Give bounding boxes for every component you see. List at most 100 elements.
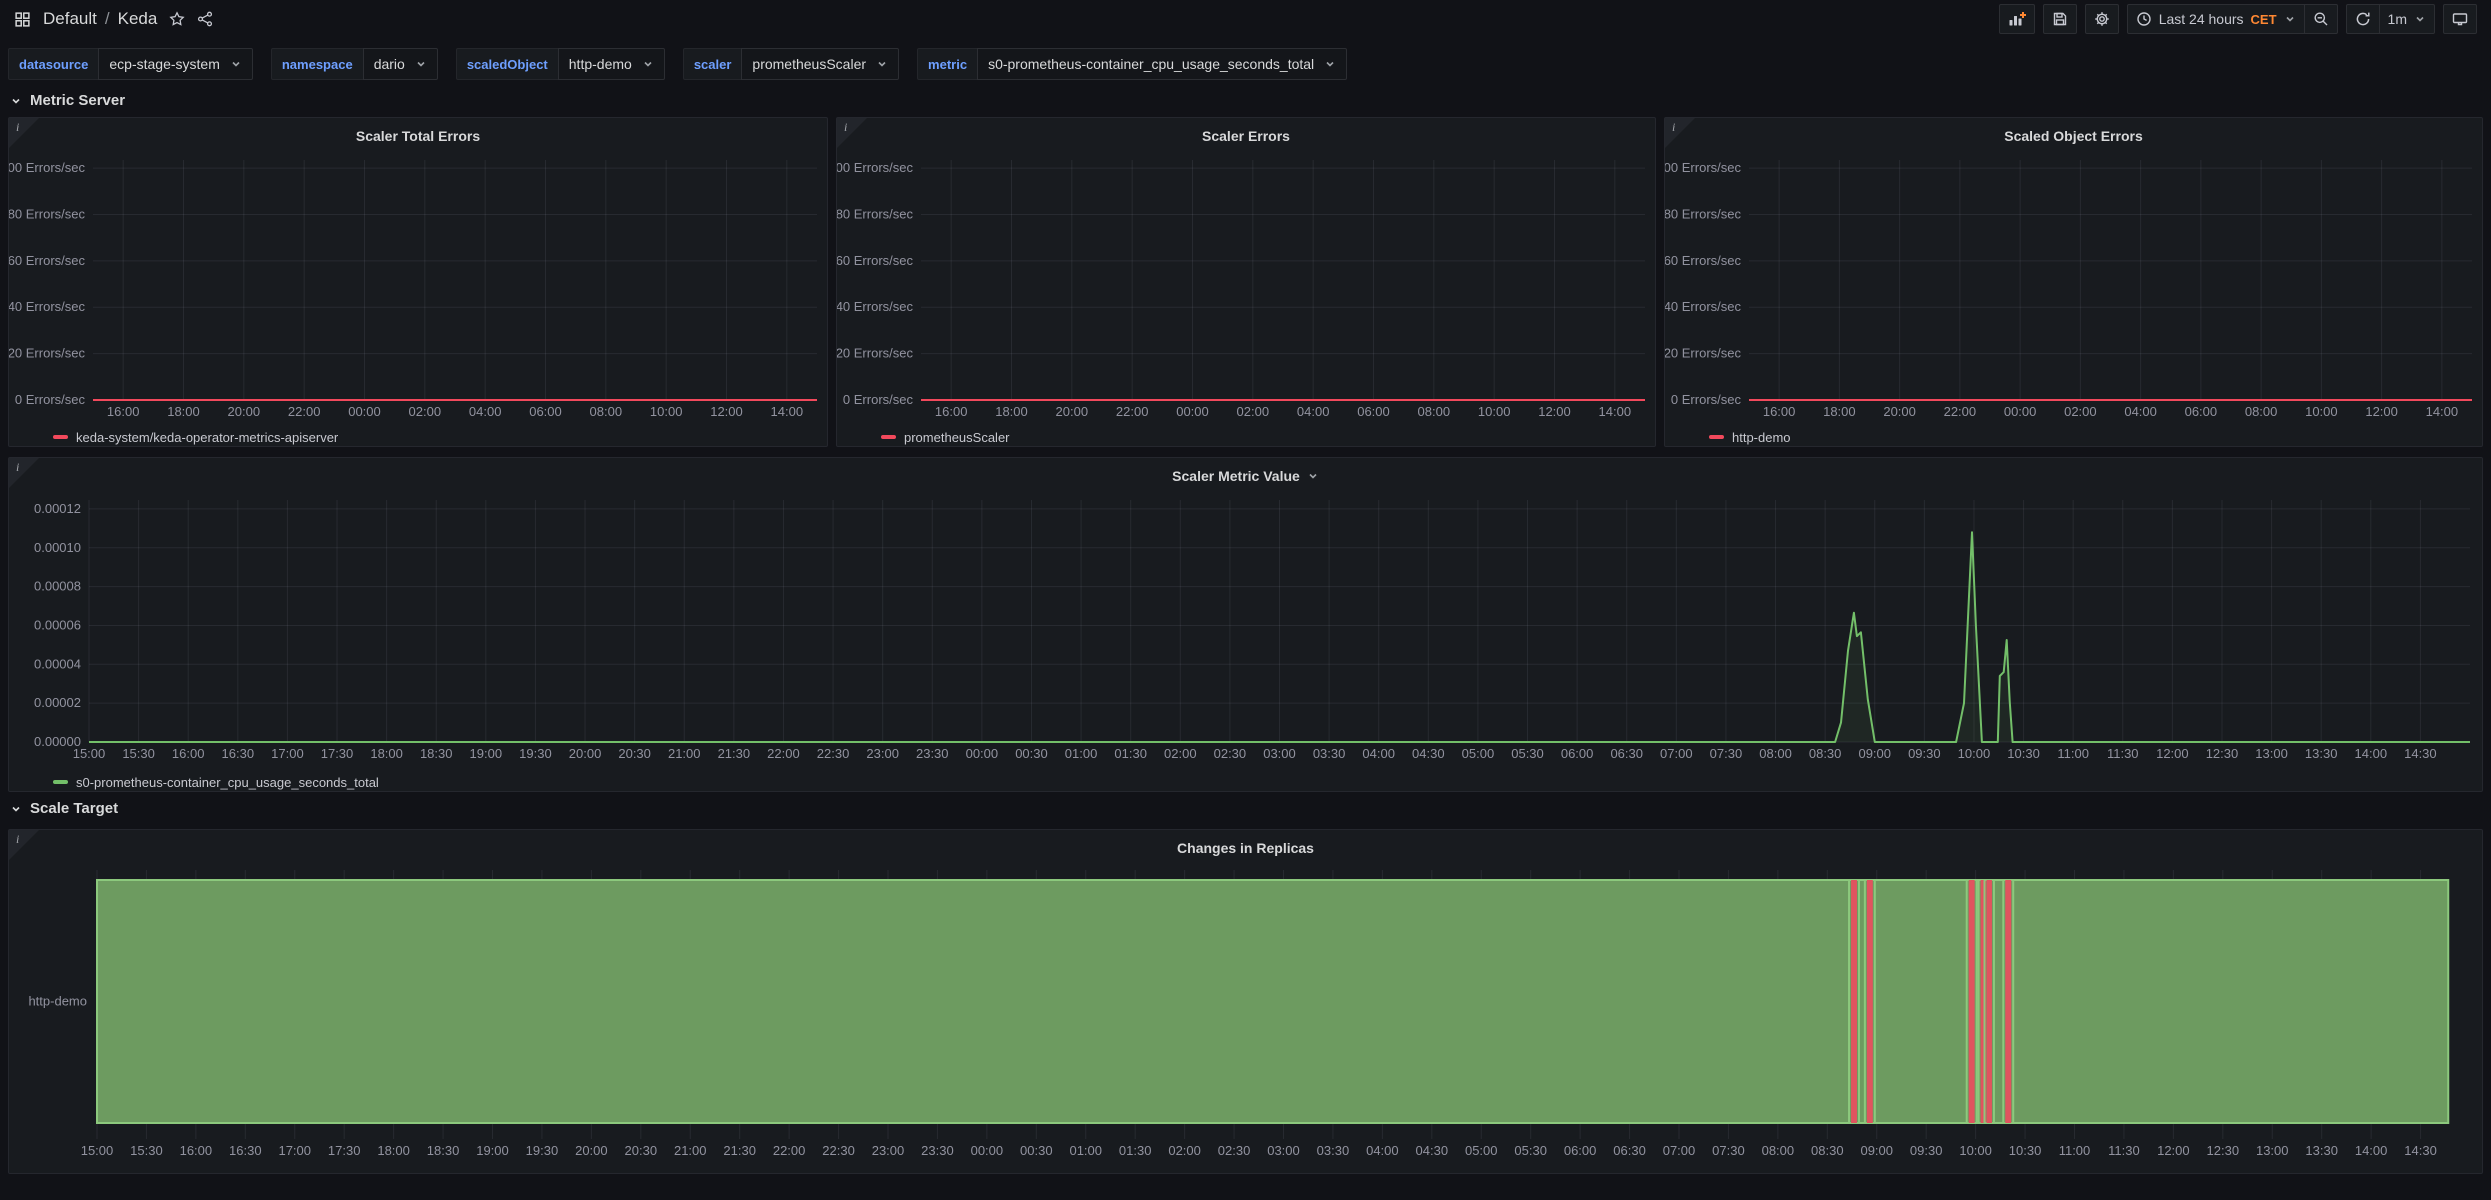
chart-changes-in-replicas[interactable]: 15:0015:3016:0016:3017:0017:3018:0018:30… [9,866,2482,1178]
zoom-out-time-button[interactable] [2304,4,2338,34]
svg-text:40 Errors/sec: 40 Errors/sec [9,299,85,314]
svg-text:0.00004: 0.00004 [34,656,81,671]
svg-text:08:00: 08:00 [2245,404,2278,418]
svg-text:05:30: 05:30 [1511,746,1544,761]
svg-text:18:30: 18:30 [427,1143,460,1158]
legend-item[interactable]: keda-system/keda-operator-metrics-apiser… [9,423,827,451]
time-range-picker[interactable]: Last 24 hours CET [2127,4,2305,34]
svg-text:12:30: 12:30 [2207,1143,2240,1158]
svg-text:01:00: 01:00 [1065,746,1098,761]
breadcrumb-folder[interactable]: Default [43,9,97,29]
save-dashboard-button[interactable] [2043,4,2077,34]
refresh-button[interactable] [2346,4,2380,34]
svg-text:16:30: 16:30 [222,746,255,761]
svg-text:15:30: 15:30 [130,1143,163,1158]
legend-label[interactable]: http-demo [1732,430,1791,445]
svg-text:15:00: 15:00 [81,1143,114,1158]
svg-text:09:30: 09:30 [1910,1143,1943,1158]
variable-value-dropdown[interactable]: s0-prometheus-container_cpu_usage_second… [977,48,1347,80]
panel-title[interactable]: Changes in Replicas [9,830,2482,866]
svg-text:04:00: 04:00 [2124,404,2157,418]
panel-scaler-metric-value: i Scaler Metric Value 15:0015:3016:0016:… [8,457,2483,792]
svg-text:01:30: 01:30 [1119,1143,1152,1158]
variable-namespace: namespace dario [271,48,438,80]
row-title: Metric Server [30,92,125,109]
svg-text:08:00: 08:00 [590,404,623,418]
variable-label: datasource [8,48,98,80]
breadcrumb[interactable]: Default / Keda [43,9,157,29]
add-panel-icon [2008,11,2026,27]
panel-title[interactable]: Scaler Errors [837,118,1655,154]
dashboard-settings-button[interactable] [2085,4,2119,34]
svg-text:17:00: 17:00 [278,1143,311,1158]
legend-item[interactable]: prometheusScaler [837,423,1655,451]
variable-value-dropdown[interactable]: dario [363,48,438,80]
cycle-view-mode-button[interactable] [2443,4,2477,34]
svg-text:0 Errors/sec: 0 Errors/sec [1671,392,1742,407]
svg-text:07:30: 07:30 [1712,1143,1745,1158]
variable-value-dropdown[interactable]: http-demo [558,48,665,80]
panel-title[interactable]: Scaler Metric Value [9,458,2482,494]
breadcrumb-dashboard-title: Keda [118,9,158,29]
svg-text:12:00: 12:00 [2365,404,2398,418]
svg-text:10:00: 10:00 [1958,746,1991,761]
svg-text:20 Errors/sec: 20 Errors/sec [9,346,85,361]
legend-marker [881,435,896,439]
variable-label: scaler [683,48,742,80]
svg-text:14:30: 14:30 [2404,1143,2437,1158]
svg-text:10:30: 10:30 [2007,746,2040,761]
add-panel-button[interactable] [1999,4,2035,34]
legend-label[interactable]: s0-prometheus-container_cpu_usage_second… [76,775,379,790]
svg-text:00:30: 00:30 [1020,1143,1053,1158]
svg-text:19:00: 19:00 [470,746,503,761]
panel-title[interactable]: Scaler Total Errors [9,118,827,154]
refresh-icon [2355,11,2371,27]
refresh-interval-picker[interactable]: 1m [2379,4,2435,34]
svg-text:18:00: 18:00 [167,404,200,418]
row-header-metric-server[interactable]: Metric Server [0,84,2491,111]
svg-text:0.00012: 0.00012 [34,501,81,516]
row-header-scale-target[interactable]: Scale Target [0,792,2491,819]
chart-scaler-total-errors[interactable]: 16:0018:0020:0022:0000:0002:0004:0006:00… [9,154,827,423]
svg-text:14:00: 14:00 [2355,1143,2388,1158]
chevron-down-icon [2284,13,2296,25]
chevron-down-icon [230,58,242,70]
star-icon[interactable] [169,11,185,27]
svg-text:20:30: 20:30 [618,746,651,761]
variable-value-dropdown[interactable]: prometheusScaler [741,48,899,80]
variable-value-dropdown[interactable]: ecp-stage-system [98,48,252,80]
svg-text:08:00: 08:00 [1759,746,1792,761]
chart-scaler-metric-value[interactable]: 15:0015:3016:0016:3017:0017:3018:0018:30… [9,494,2482,768]
svg-text:00:30: 00:30 [1015,746,1048,761]
svg-text:09:00: 09:00 [1860,1143,1893,1158]
legend-item[interactable]: http-demo [1665,423,2482,451]
svg-text:60 Errors/sec: 60 Errors/sec [837,253,913,268]
svg-text:00:00: 00:00 [966,746,999,761]
svg-text:17:00: 17:00 [271,746,304,761]
svg-text:40 Errors/sec: 40 Errors/sec [1665,299,1741,314]
variable-metric: metric s0-prometheus-container_cpu_usage… [917,48,1347,80]
legend-item[interactable]: s0-prometheus-container_cpu_usage_second… [9,768,2482,796]
svg-text:00:00: 00:00 [971,1143,1004,1158]
svg-text:03:00: 03:00 [1263,746,1296,761]
panel-title[interactable]: Scaled Object Errors [1665,118,2482,154]
refresh-interval-label: 1m [2388,11,2407,27]
legend-label[interactable]: keda-system/keda-operator-metrics-apiser… [76,430,338,445]
svg-text:80 Errors/sec: 80 Errors/sec [837,206,913,221]
svg-text:12:00: 12:00 [2157,1143,2190,1158]
svg-text:06:30: 06:30 [1610,746,1643,761]
svg-text:06:30: 06:30 [1613,1143,1646,1158]
panel-changes-in-replicas: i Changes in Replicas 15:0015:3016:0016:… [8,829,2483,1174]
svg-text:07:00: 07:00 [1663,1143,1696,1158]
chart-scaler-errors[interactable]: 16:0018:0020:0022:0000:0002:0004:0006:00… [837,154,1655,423]
svg-text:19:00: 19:00 [476,1143,509,1158]
svg-text:22:00: 22:00 [1116,404,1149,418]
share-icon[interactable] [197,11,213,27]
legend-label[interactable]: prometheusScaler [904,430,1010,445]
svg-text:0.00002: 0.00002 [34,695,81,710]
apps-grid-icon[interactable] [14,11,31,28]
svg-text:13:30: 13:30 [2305,746,2338,761]
chart-scaled-object-errors[interactable]: 16:0018:0020:0022:0000:0002:0004:0006:00… [1665,154,2482,423]
svg-text:02:00: 02:00 [2064,404,2097,418]
svg-text:02:00: 02:00 [1168,1143,1201,1158]
